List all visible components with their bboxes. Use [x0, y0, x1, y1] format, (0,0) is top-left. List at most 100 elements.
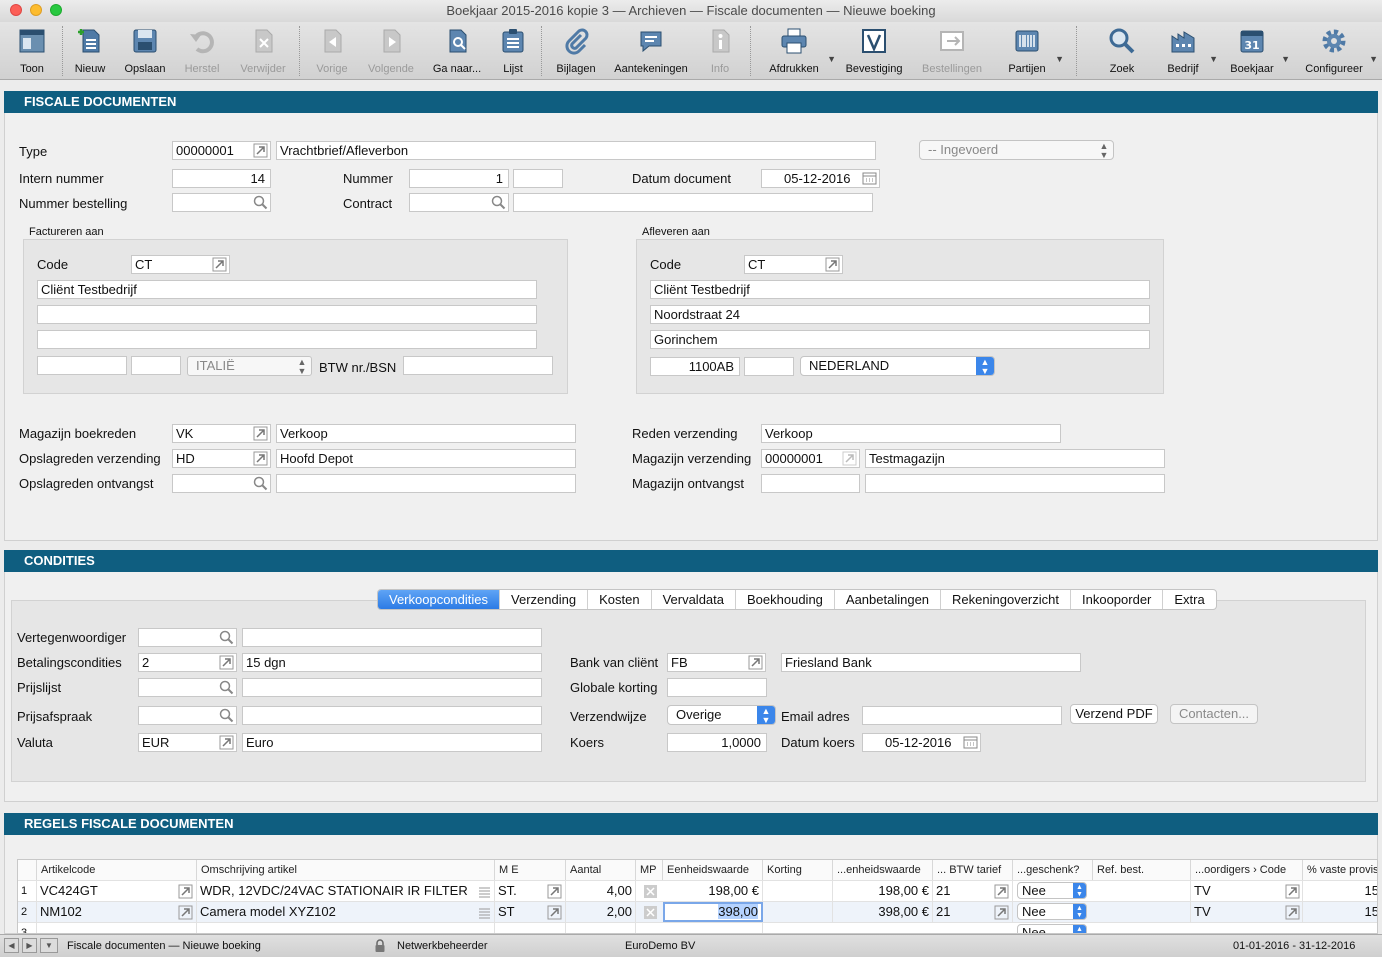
tab-boekhouding[interactable]: Boekhouding	[735, 590, 834, 609]
row-netto-eenheidswaarde[interactable]: 398,00 €	[833, 902, 933, 922]
factureren-zip-field[interactable]	[37, 356, 127, 375]
vertegenwoordiger-code-field[interactable]	[138, 628, 237, 647]
tab-inkooporder[interactable]: Inkooporder	[1070, 590, 1162, 609]
dropdown-arrow-icon[interactable]: ▼	[40, 938, 58, 953]
opslagreden-ontvangst-desc-field[interactable]	[276, 474, 576, 493]
previous-icon[interactable]: ◀	[4, 938, 19, 953]
row-geschenk-select[interactable]: Nee ▲▼	[1017, 903, 1087, 920]
magazijn-ontvangst-desc-field[interactable]	[865, 474, 1165, 493]
toolbar-button-ga-naar[interactable]: Ga naar...	[430, 22, 484, 78]
afleveren-zip-field[interactable]: 1100AB	[650, 357, 740, 376]
row-aantal[interactable]: 2,00	[566, 902, 636, 922]
magazijn-verzending-code-field[interactable]: 00000001	[761, 449, 860, 468]
row-korting[interactable]	[763, 902, 833, 922]
column-header-korting[interactable]: Korting	[763, 860, 833, 880]
column-header-btw-tarief[interactable]: ... BTW tarief	[933, 860, 1013, 880]
type-code-field[interactable]: 00000001	[172, 141, 271, 160]
factureren-city-field[interactable]	[131, 356, 181, 375]
toolbar-button-zoek[interactable]: Zoek	[1100, 22, 1144, 78]
afleveren-name-field[interactable]: Cliënt Testbedrijf	[650, 280, 1150, 299]
afleveren-address1-field[interactable]: Noordstraat 24	[650, 305, 1150, 324]
toolbar-button-vorige[interactable]: Vorige	[306, 22, 358, 78]
toolbar-button-partijen[interactable]: Partijen ▼	[1002, 22, 1064, 78]
toolbar-button-opslaan[interactable]: Opslaan	[119, 22, 171, 78]
bank-desc-field[interactable]: Friesland Bank	[781, 653, 1081, 672]
row-omschrijving[interactable]: WDR, 12VDC/24VAC STATIONAIR IR FILTER	[197, 881, 495, 901]
prijsafspraak-code-field[interactable]	[138, 706, 237, 725]
row-omschrijving[interactable]: Camera model XYZ102	[197, 902, 495, 922]
contacten-button[interactable]: Contacten...	[1170, 704, 1258, 724]
row-omschrijving[interactable]	[197, 923, 495, 933]
opslagreden-verzending-desc-field[interactable]: Hoofd Depot	[276, 449, 576, 468]
search-icon[interactable]	[491, 195, 506, 210]
calendar-picker-icon[interactable]	[963, 735, 978, 750]
search-icon[interactable]	[219, 630, 234, 645]
row-korting[interactable]	[763, 881, 833, 901]
koers-field[interactable]: 1,0000	[667, 733, 767, 752]
row-ref-best[interactable]	[1093, 902, 1191, 922]
link-arrow-icon[interactable]	[253, 426, 268, 441]
tab-rekeningoverzicht[interactable]: Rekeningoverzicht	[940, 590, 1070, 609]
row-netto-eenheidswaarde[interactable]: 198,00 €	[833, 881, 933, 901]
toolbar-button-bestellingen[interactable]: Bestellingen	[918, 22, 986, 78]
column-header-artikelcode[interactable]: Artikelcode	[37, 860, 197, 880]
link-arrow-icon[interactable]	[994, 905, 1009, 920]
toolbar-button-info[interactable]: Info	[700, 22, 740, 78]
column-header-aantal[interactable]: Aantal	[566, 860, 636, 880]
link-arrow-icon[interactable]	[547, 905, 562, 920]
zoom-window-button[interactable]	[50, 4, 62, 16]
link-arrow-icon[interactable]	[1285, 884, 1300, 899]
prijslijst-code-field[interactable]	[138, 678, 237, 697]
reden-verzending-field[interactable]: Verkoop	[761, 424, 1061, 443]
link-arrow-icon[interactable]	[825, 257, 840, 272]
tab-vervaldata[interactable]: Vervaldata	[650, 590, 735, 609]
search-icon[interactable]	[219, 708, 234, 723]
contract-field[interactable]	[409, 193, 509, 212]
toolbar-button-lijst[interactable]: Lijst	[492, 22, 534, 78]
factureren-code-field[interactable]: CT	[131, 255, 230, 274]
datum-document-field[interactable]: 05-12-2016	[761, 169, 880, 188]
intern-nummer-field[interactable]: 14	[172, 169, 271, 188]
nummer-bestelling-field[interactable]	[172, 193, 271, 212]
row-artikelcode[interactable]: NM102	[37, 902, 197, 922]
link-arrow-icon[interactable]	[253, 143, 268, 158]
toolbar-button-verwijder[interactable]: Verwijder	[236, 22, 290, 78]
checkbox-icon[interactable]	[643, 884, 658, 899]
tab-verkoopcondities[interactable]: Verkoopcondities	[378, 590, 500, 609]
prijslijst-desc-field[interactable]	[242, 678, 542, 697]
factureren-name-field[interactable]: Cliënt Testbedrijf	[37, 280, 537, 299]
link-arrow-icon[interactable]	[212, 257, 227, 272]
verzend-pdf-button[interactable]: Verzend PDF	[1070, 704, 1158, 724]
column-header-ref-best[interactable]: Ref. best.	[1093, 860, 1191, 880]
opslagreden-verzending-code-field[interactable]: HD	[172, 449, 271, 468]
column-header-vertegenwoordigers-code[interactable]: ...oordigers › Code	[1191, 860, 1303, 880]
calendar-picker-icon[interactable]	[862, 171, 877, 186]
row-eenheidswaarde-editing[interactable]: 398,00	[663, 902, 763, 922]
tab-extra[interactable]: Extra	[1162, 590, 1215, 609]
column-header-mp[interactable]: MP	[636, 860, 663, 880]
row-vaste-provisie[interactable]: 15	[1303, 881, 1377, 901]
verzendwijze-select[interactable]: Overige ▲ ▼	[667, 705, 776, 725]
text-lines-icon[interactable]	[477, 905, 492, 920]
column-header-omschrijving[interactable]: Omschrijving artikel	[197, 860, 495, 880]
afleveren-country-select[interactable]: NEDERLAND ▲ ▼	[800, 356, 995, 376]
link-arrow-icon[interactable]	[219, 655, 234, 670]
afleveren-city-field[interactable]	[744, 357, 794, 376]
link-arrow-icon[interactable]	[547, 884, 562, 899]
toolbar-button-toon[interactable]: Toon	[6, 22, 58, 78]
magazijn-verzending-desc-field[interactable]: Testmagazijn	[865, 449, 1165, 468]
toolbar-button-bijlagen[interactable]: Bijlagen	[550, 22, 602, 78]
bank-code-field[interactable]: FB	[667, 653, 766, 672]
magazijn-boekreden-code-field[interactable]: VK	[172, 424, 271, 443]
opslagreden-ontvangst-code-field[interactable]	[172, 474, 271, 493]
row-artikelcode[interactable]	[37, 923, 197, 933]
link-arrow-icon[interactable]	[219, 735, 234, 750]
valuta-desc-field[interactable]: Euro	[242, 733, 542, 752]
toolbar-button-bedrijf[interactable]: Bedrijf ▼	[1160, 22, 1218, 78]
row-aantal[interactable]: 4,00	[566, 881, 636, 901]
row-aantal[interactable]	[566, 923, 636, 933]
toolbar-button-bevestiging[interactable]: Bevestiging	[842, 22, 906, 78]
vertegenwoordiger-desc-field[interactable]	[242, 628, 542, 647]
link-arrow-icon[interactable]	[178, 905, 193, 920]
search-icon[interactable]	[219, 680, 234, 695]
